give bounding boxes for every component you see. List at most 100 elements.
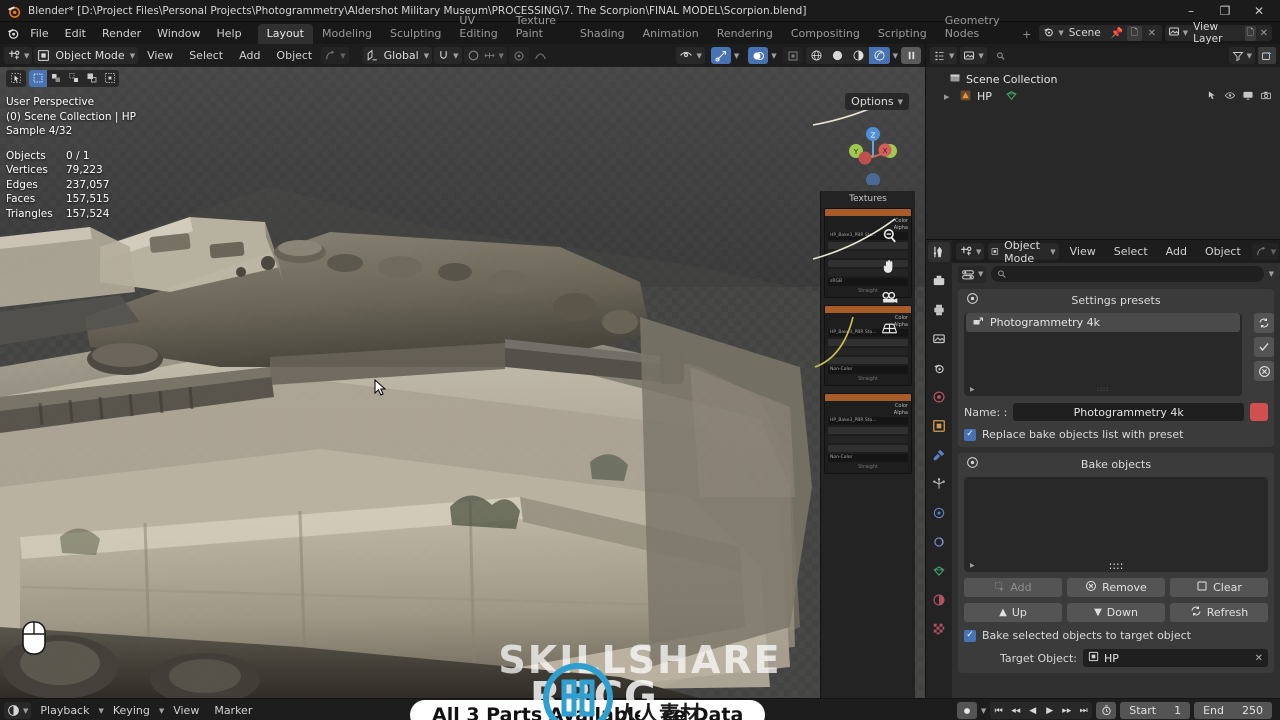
preset-color-swatch[interactable] — [1250, 403, 1268, 421]
expand-triangle-icon[interactable]: ▶ — [970, 386, 975, 393]
orientation-chevron-down-icon[interactable]: ▼ — [424, 52, 429, 60]
menu-edit[interactable]: Edit — [57, 25, 94, 42]
viewport-options-button[interactable]: Options ▼ — [845, 93, 909, 110]
filter-chevron-down-icon[interactable]: ▼ — [1247, 52, 1252, 60]
scene-browse-icon[interactable] — [1042, 25, 1055, 41]
resize-grip-icon[interactable]: :::: — [1097, 386, 1109, 393]
overlays-chevron-down-icon[interactable]: ▼ — [771, 52, 776, 60]
outliner-row-hp[interactable]: ▶ HP — [926, 88, 1280, 105]
options-chevron-down-icon[interactable]: ▼ — [898, 98, 903, 106]
timeline-menu-view[interactable]: View — [167, 702, 205, 719]
add-workspace-button[interactable]: + — [1014, 25, 1039, 44]
tab-texture-paint[interactable]: Texture Paint — [507, 11, 571, 44]
proportional-chevron-down-icon[interactable]: ▼ — [499, 52, 504, 60]
tab-shading[interactable]: Shading — [571, 24, 634, 44]
prev-keyframe-button[interactable]: ◂◂ — [1007, 702, 1024, 719]
node-colorspace-field[interactable]: Non-Color — [828, 366, 908, 374]
start-frame-field[interactable]: Start 1 — [1120, 702, 1191, 719]
shader-node-panel[interactable]: Textures Color Alpha HP_Bake3_PBR Sto...… — [820, 191, 915, 698]
shading-wireframe[interactable] — [806, 47, 827, 64]
bake-selected-row[interactable]: ✓ Bake selected objects to target object — [964, 629, 1268, 642]
menu-help[interactable]: Help — [209, 25, 250, 42]
bake-objects-list[interactable]: ▶ :::: — [964, 477, 1268, 572]
scene-chevron-down-icon[interactable]: ▼ — [1058, 29, 1063, 37]
outliner-filter-button[interactable]: ▼ — [1228, 47, 1255, 64]
properties-tab-particles[interactable] — [928, 474, 950, 494]
props-menu-view[interactable]: View — [1063, 243, 1103, 260]
maximize-button[interactable]: ❐ — [1208, 0, 1242, 22]
scene-datablock[interactable]: ▼ Scene 📌 🗋 ✕ — [1039, 25, 1162, 41]
scene-new-icon[interactable]: 🗋 — [1126, 25, 1142, 41]
playback-chevron-down-icon[interactable]: ▼ — [98, 707, 103, 715]
shading-rendered[interactable] — [868, 47, 890, 64]
jump-end-button[interactable]: ⏭ — [1075, 702, 1092, 719]
resize-grip-icon[interactable]: :::: — [1109, 559, 1124, 572]
view-layer-remove-icon[interactable]: ✕ — [1259, 26, 1269, 41]
cancel-icon[interactable] — [1254, 361, 1274, 381]
check-icon[interactable] — [1254, 337, 1274, 357]
chevron-right-icon[interactable]: ▶ — [944, 93, 954, 101]
props-mode-selector[interactable]: Object Mode ▼ — [988, 240, 1059, 265]
presets-list-footer[interactable]: ▶ :::: — [964, 382, 1242, 396]
presets-list[interactable]: Photogrammetry 4k ▶ :::: — [964, 313, 1242, 396]
tab-layout[interactable]: Layout — [257, 24, 313, 44]
properties-body[interactable]: Settings presets Photogrammetry 4k ▶:::… — [952, 285, 1280, 698]
tweak-tool-button[interactable] — [6, 69, 26, 87]
cursor-select-icon[interactable] — [1207, 90, 1218, 104]
auto-keying-button[interactable] — [956, 702, 977, 719]
refresh-icon[interactable] — [1254, 313, 1274, 333]
add-button[interactable]: Add — [964, 578, 1062, 597]
props-type-chevron-down-icon[interactable]: ▼ — [976, 248, 981, 256]
mesh-data-icon[interactable] — [1005, 89, 1018, 105]
menu-window[interactable]: Window — [149, 25, 208, 42]
properties-search-input[interactable] — [991, 266, 1264, 282]
bake-list-footer[interactable]: :::: — [964, 558, 1268, 572]
proportional-editing-selector[interactable]: ▼ — [463, 47, 507, 64]
properties-editor[interactable]: ▼ Object Mode ▼ View Select Add Object ▼ — [925, 239, 1280, 698]
shading-mode-group[interactable] — [805, 47, 890, 64]
props-mode-chevron-down-icon[interactable]: ▼ — [1050, 248, 1055, 256]
select-lasso-button[interactable] — [65, 70, 83, 87]
timeline-menu-keying[interactable]: Keying — [107, 702, 156, 719]
properties-tab-scene[interactable] — [928, 358, 950, 378]
tab-rendering[interactable]: Rendering — [708, 24, 782, 44]
viewport-menu-object[interactable]: Object — [269, 47, 319, 64]
preset-list-item[interactable]: Photogrammetry 4k — [966, 313, 1240, 332]
outliner-search-input[interactable] — [989, 47, 1226, 64]
overlays-toggle[interactable] — [748, 47, 769, 64]
refresh-button[interactable]: Refresh — [1170, 603, 1268, 622]
props-options-chevron-down-icon[interactable]: ▼ — [1269, 270, 1274, 278]
keying-chevron-down-icon[interactable]: ▼ — [159, 707, 164, 715]
outliner-new-collection-button[interactable] — [1258, 47, 1276, 64]
preset-name-field[interactable]: Photogrammetry 4k — [1013, 403, 1244, 421]
snap-chevron-down-icon[interactable]: ▼ — [453, 52, 458, 60]
eye-icon[interactable] — [1224, 90, 1236, 104]
camera-icon[interactable] — [1260, 90, 1272, 104]
viewport-menu-select[interactable]: Select — [182, 47, 230, 64]
select-mode-group[interactable] — [29, 69, 119, 87]
tab-uv-editing[interactable]: UV Editing — [450, 11, 506, 44]
select-box-button[interactable] — [29, 69, 47, 87]
mode-chevron-down-icon[interactable]: ▼ — [130, 52, 135, 60]
screen-icon[interactable] — [1242, 90, 1254, 104]
view-layer-datablock[interactable]: ▼ View Layer 🗋 ✕ — [1164, 21, 1272, 45]
xray-toggle[interactable] — [782, 47, 803, 64]
editor-type-chevron-down-icon[interactable]: ▼ — [24, 52, 29, 60]
editor-type-selector[interactable]: ▼ — [4, 47, 33, 64]
pause-render-button[interactable] — [901, 47, 921, 64]
outliner-row-scene-collection[interactable]: Scene Collection — [926, 71, 1280, 88]
gizmo-chevron-down-icon[interactable]: ▼ — [734, 52, 739, 60]
navigation-gizmo[interactable]: Z Y X — [843, 125, 903, 185]
node-colorspace-field[interactable]: Non-Color — [828, 454, 908, 462]
shading-material-preview[interactable] — [848, 47, 869, 64]
tab-compositing[interactable]: Compositing — [782, 24, 869, 44]
outliner-editor-type[interactable]: ▼ — [930, 47, 958, 64]
tab-modeling[interactable]: Modeling — [313, 24, 381, 44]
pivot-point-selector[interactable]: ▼ — [321, 47, 349, 64]
properties-tab-material[interactable] — [928, 590, 950, 610]
props-pin-chevron-down-icon[interactable]: ▼ — [978, 270, 983, 278]
tab-scripting[interactable]: Scripting — [869, 24, 936, 44]
camera-icon[interactable] — [879, 287, 899, 307]
gizmo-group[interactable]: ▼ — [708, 47, 742, 64]
3d-viewport[interactable]: ▼ Object Mode ▼ View Select Add Object ▼… — [0, 44, 925, 698]
